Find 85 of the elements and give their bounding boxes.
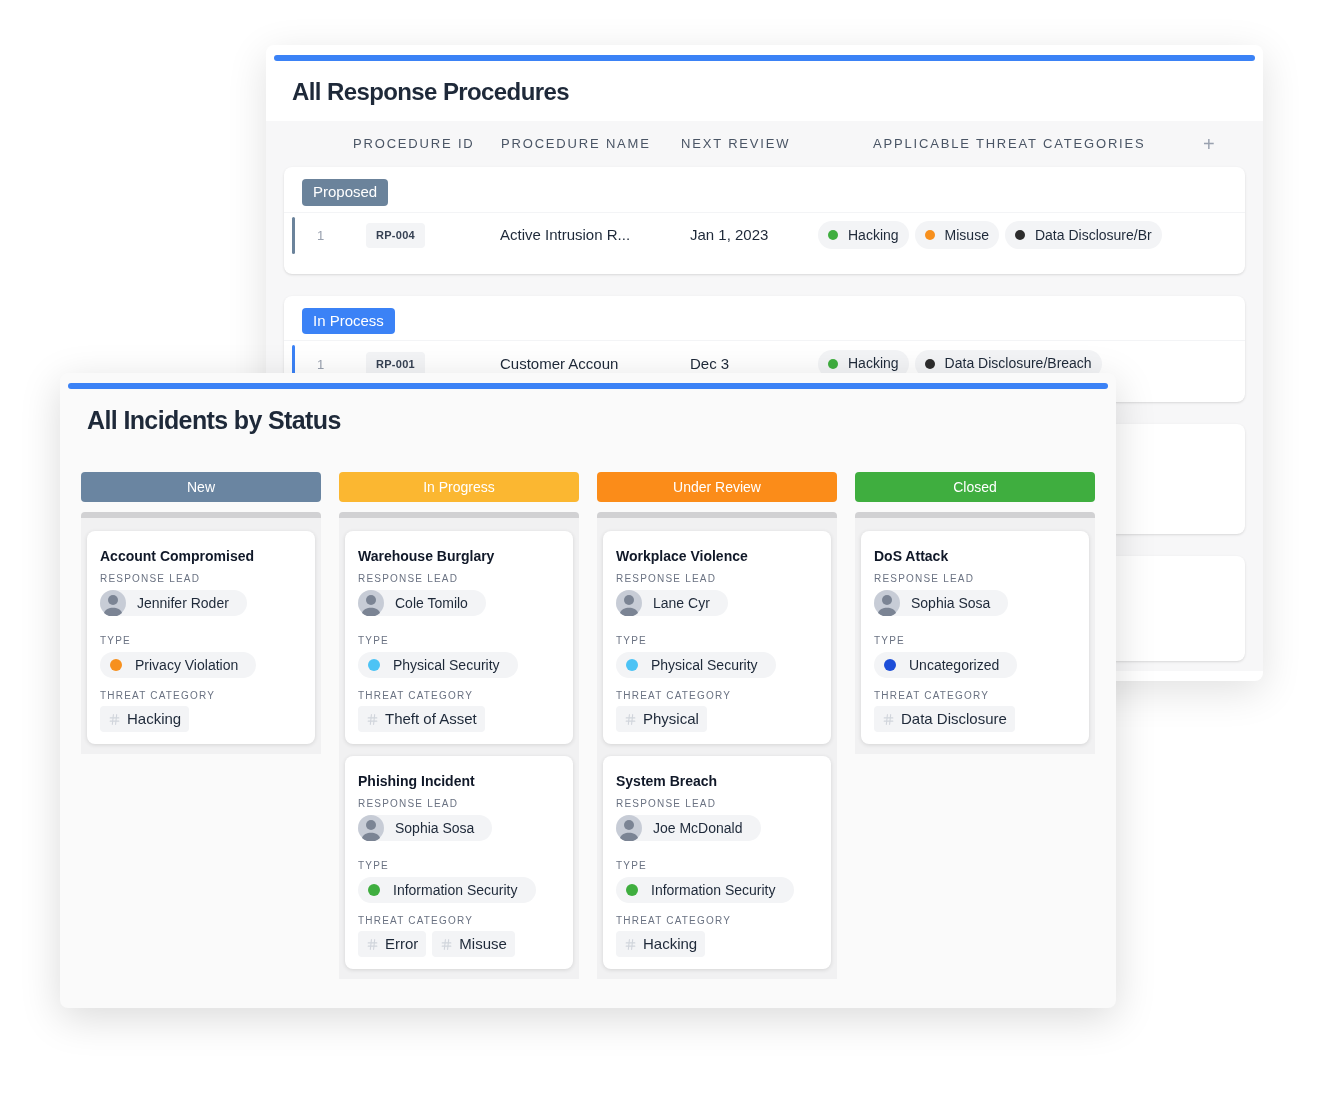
field-label: RESPONSE LEAD bbox=[874, 573, 976, 585]
threat-tag: Data Disclosure bbox=[874, 706, 1015, 732]
hash-icon bbox=[366, 937, 379, 951]
field-label: TYPE bbox=[358, 860, 390, 872]
card-title: System Breach bbox=[616, 772, 719, 790]
threat-tag: Misuse bbox=[432, 931, 515, 957]
type-chip: Uncategorized bbox=[874, 652, 1018, 678]
avatar-icon bbox=[616, 590, 642, 616]
window-title: All Response Procedures bbox=[291, 77, 570, 107]
review-date: Dec 3 bbox=[690, 354, 730, 372]
avatar-icon bbox=[100, 590, 126, 616]
threat-tag: Hacking bbox=[616, 931, 706, 957]
category-chip: Misuse bbox=[914, 221, 999, 249]
group-badge[interactable]: In Process bbox=[302, 307, 395, 334]
field-label: RESPONSE LEAD bbox=[616, 573, 718, 585]
type-chip: Information Security bbox=[358, 877, 536, 903]
row-number: 1 bbox=[317, 356, 325, 372]
category-chip: Data Disclosure/Br bbox=[1004, 221, 1162, 249]
threat-tag: Error bbox=[358, 931, 427, 957]
window-title: All Incidents by Status bbox=[86, 405, 342, 435]
column-header: PROCEDURE ID bbox=[353, 135, 476, 154]
card-title: Warehouse Burglary bbox=[358, 547, 496, 565]
procedure-id: RP-004 bbox=[366, 223, 425, 248]
field-label: RESPONSE LEAD bbox=[100, 573, 202, 585]
card-title: Account Compromised bbox=[100, 547, 255, 565]
field-label: THREAT CATEGORY bbox=[616, 915, 733, 927]
procedure-name: Active Intrusion R... bbox=[500, 226, 631, 243]
person-name: Jennifer Roder bbox=[137, 593, 229, 613]
card-title: Phishing Incident bbox=[358, 772, 476, 790]
review-date: Jan 1, 2023 bbox=[690, 226, 769, 243]
field-label: RESPONSE LEAD bbox=[358, 573, 460, 585]
type-chip: Physical Security bbox=[358, 652, 518, 678]
person-name: Lane Cyr bbox=[653, 593, 710, 613]
avatar-icon bbox=[358, 590, 384, 616]
hash-icon bbox=[624, 937, 637, 951]
person-name: Sophia Sosa bbox=[395, 818, 475, 838]
group-badge[interactable]: Proposed bbox=[302, 179, 389, 206]
field-label: THREAT CATEGORY bbox=[358, 915, 475, 927]
incident-card[interactable]: DoS Attack RESPONSE LEAD Sophia Sosa TYPE Uncategorized THREAT CATEGORY Data Disclosure bbox=[861, 531, 1089, 744]
avatar-icon bbox=[874, 590, 900, 616]
threat-tag: Hacking bbox=[100, 706, 190, 732]
type-chip: Physical Security bbox=[616, 652, 776, 678]
field-label: TYPE bbox=[616, 860, 648, 872]
status-header[interactable]: Closed bbox=[855, 472, 1095, 502]
column-header: NEXT REVIEW bbox=[681, 135, 792, 154]
hash-icon bbox=[366, 712, 379, 726]
person-name: Cole Tomilo bbox=[395, 593, 468, 613]
add-column-button[interactable]: + bbox=[1203, 134, 1217, 154]
incident-card[interactable]: Phishing Incident RESPONSE LEAD Sophia Sosa TYPE Information Security THREAT CATEGORY Error Misuse bbox=[345, 756, 573, 969]
column-header: APPLICABLE THREAT CATEGORIES bbox=[873, 135, 1147, 154]
category-chip: Hacking bbox=[818, 221, 909, 249]
field-label: THREAT CATEGORY bbox=[874, 690, 991, 702]
incident-card[interactable]: System Breach RESPONSE LEAD Joe McDonald TYPE Information Security THREAT CATEGORY Hacking bbox=[603, 756, 831, 969]
field-label: TYPE bbox=[874, 635, 906, 647]
incident-card[interactable]: Warehouse Burglary RESPONSE LEAD Cole Tomilo TYPE Physical Security THREAT CATEGORY Theft of Asset bbox=[345, 531, 573, 744]
status-header[interactable]: Under Review bbox=[597, 472, 837, 502]
column-header: PROCEDURE NAME bbox=[501, 135, 652, 154]
hash-icon bbox=[882, 712, 895, 726]
field-label: RESPONSE LEAD bbox=[358, 798, 460, 810]
field-label: TYPE bbox=[358, 635, 390, 647]
incident-card[interactable]: Account Compromised RESPONSE LEAD Jennifer Roder TYPE Privacy Violation THREAT CATEGORY Hacking bbox=[87, 531, 315, 744]
hash-icon bbox=[624, 712, 637, 726]
threat-tag: Physical bbox=[616, 706, 707, 732]
field-label: THREAT CATEGORY bbox=[358, 690, 475, 702]
field-label: RESPONSE LEAD bbox=[616, 798, 718, 810]
procedure-name: Customer Accoun bbox=[500, 354, 619, 372]
avatar-icon bbox=[358, 815, 384, 841]
field-label: THREAT CATEGORY bbox=[100, 690, 217, 702]
threat-tag: Theft of Asset bbox=[358, 706, 485, 732]
row-accent bbox=[292, 216, 295, 254]
card-title: DoS Attack bbox=[874, 547, 950, 565]
status-header[interactable]: New bbox=[81, 472, 321, 502]
type-chip: Privacy Violation bbox=[100, 652, 257, 678]
field-label: TYPE bbox=[616, 635, 648, 647]
hash-icon bbox=[108, 712, 121, 726]
field-label: TYPE bbox=[100, 635, 132, 647]
type-chip: Information Security bbox=[616, 877, 794, 903]
card-title: Workplace Violence bbox=[616, 547, 749, 565]
row-number: 1 bbox=[317, 228, 325, 243]
person-name: Joe McDonald bbox=[653, 818, 743, 838]
incident-card[interactable]: Workplace Violence RESPONSE LEAD Lane Cyr TYPE Physical Security THREAT CATEGORY Physical bbox=[603, 531, 831, 744]
field-label: THREAT CATEGORY bbox=[616, 690, 733, 702]
avatar-icon bbox=[616, 815, 642, 841]
hash-icon bbox=[440, 937, 454, 951]
person-name: Sophia Sosa bbox=[911, 593, 991, 613]
